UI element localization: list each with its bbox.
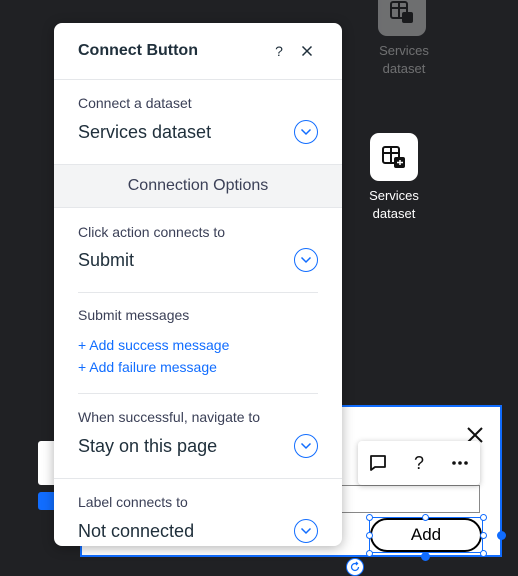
table-link-icon: [390, 1, 413, 23]
chevron-down-icon[interactable]: [294, 519, 318, 543]
table-link-icon: [382, 146, 405, 168]
help-icon[interactable]: ?: [405, 449, 433, 477]
panel-help-icon[interactable]: ?: [268, 40, 290, 62]
dataset-label: Services dataset: [369, 188, 419, 221]
panel-close-icon[interactable]: [296, 40, 318, 62]
container-handle[interactable]: [497, 531, 506, 540]
resize-handle[interactable]: [366, 532, 373, 539]
navigate-select[interactable]: Stay on this page: [78, 436, 217, 457]
rotate-icon[interactable]: [346, 558, 364, 576]
dataset-icon-top[interactable]: [378, 0, 426, 36]
resize-handle[interactable]: [480, 514, 487, 521]
chevron-down-icon[interactable]: [294, 248, 318, 272]
element-stub-handle[interactable]: [38, 492, 54, 510]
connection-options-header: Connection Options: [54, 164, 342, 208]
element-toolbar: ?: [358, 441, 480, 485]
dataset-label-top: Services dataset: [379, 43, 429, 76]
navigate-label: When successful, navigate to: [78, 409, 261, 425]
click-action-section: Click action connects to Submit: [54, 208, 342, 292]
more-icon[interactable]: [446, 449, 474, 477]
add-failure-message-link[interactable]: + Add failure message: [78, 359, 217, 375]
resize-handle[interactable]: [422, 514, 429, 521]
comment-icon[interactable]: [364, 449, 392, 477]
dataset-icon[interactable]: [370, 133, 418, 181]
resize-handle[interactable]: [480, 532, 487, 539]
submit-messages-section: Submit messages + Add success message + …: [54, 293, 342, 393]
panel-header: Connect Button ?: [54, 23, 342, 80]
form-input-field[interactable]: [330, 485, 480, 513]
resize-handle[interactable]: [366, 514, 373, 521]
dataset-section: Connect a dataset Services dataset: [54, 80, 342, 164]
chevron-down-icon[interactable]: [294, 434, 318, 458]
selection-box: [369, 517, 483, 553]
navigate-section: When successful, navigate to Stay on thi…: [54, 394, 342, 478]
resize-handle[interactable]: [421, 552, 430, 561]
panel-title: Connect Button: [78, 42, 198, 59]
connect-button-panel: Connect Button ? Connect a dataset Servi…: [54, 23, 342, 546]
label-connects-label: Label connects to: [78, 494, 188, 510]
dataset-label-text: Connect a dataset: [78, 95, 192, 111]
label-connects-select[interactable]: Not connected: [78, 521, 194, 542]
label-connects-section: Label connects to Not connected: [54, 479, 342, 546]
add-success-message-link[interactable]: + Add success message: [78, 337, 229, 353]
chevron-down-icon[interactable]: [294, 120, 318, 144]
resize-handle[interactable]: [480, 550, 487, 557]
resize-handle[interactable]: [366, 550, 373, 557]
click-action-label: Click action connects to: [78, 224, 226, 240]
click-action-select[interactable]: Submit: [78, 250, 134, 271]
submit-messages-label: Submit messages: [78, 307, 190, 323]
dataset-select[interactable]: Services dataset: [78, 122, 211, 143]
